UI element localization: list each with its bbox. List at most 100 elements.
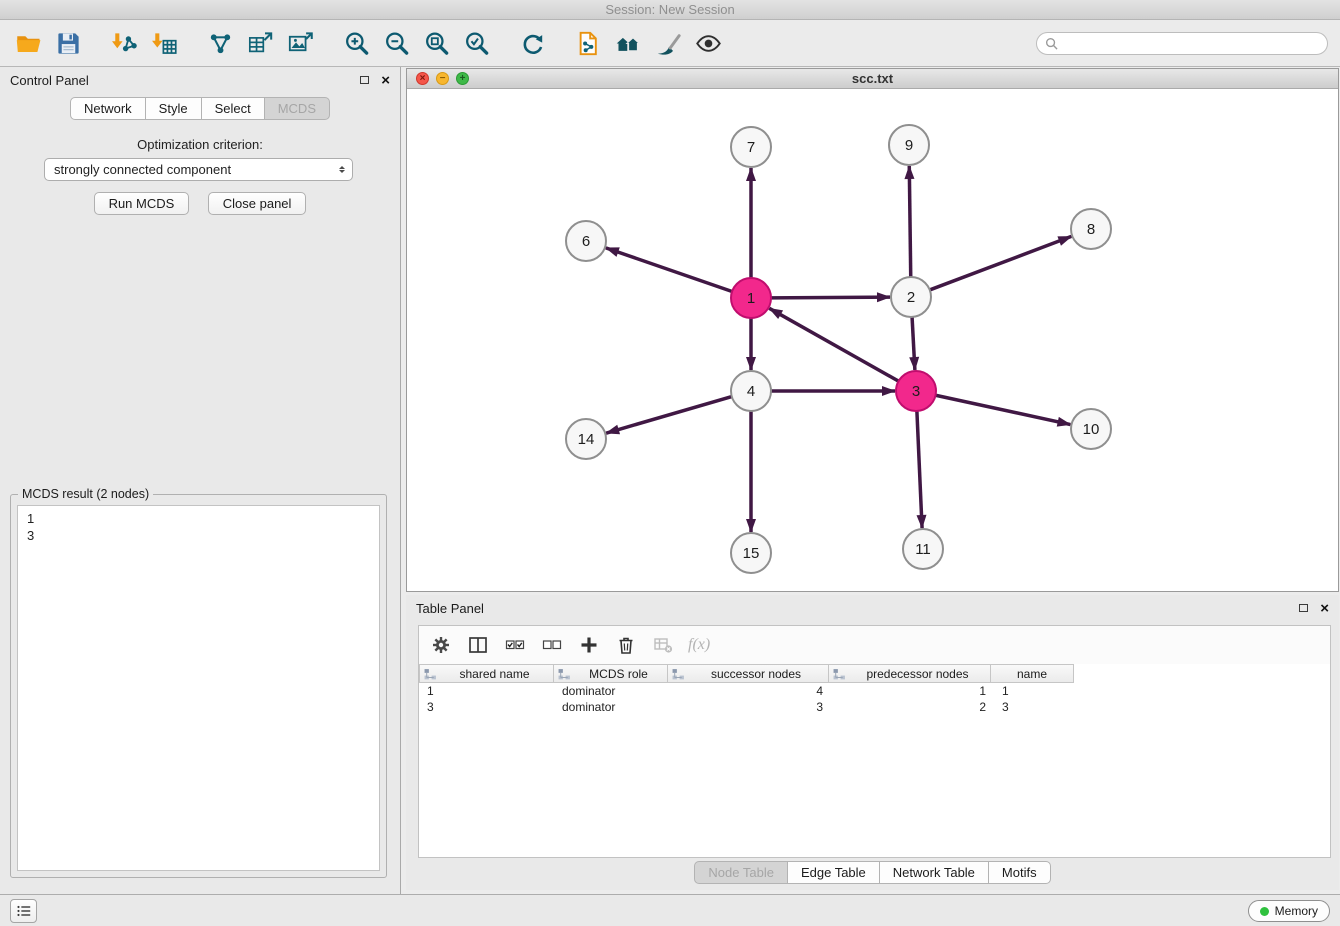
network-window-titlebar[interactable]: × − + scc.txt xyxy=(407,69,1338,89)
zoom-in-button[interactable] xyxy=(336,24,376,62)
graph-node-label: 9 xyxy=(905,137,913,154)
run-mcds-button[interactable]: Run MCDS xyxy=(94,192,190,215)
graph-edge-3-1[interactable] xyxy=(769,308,898,381)
tab-mcds[interactable]: MCDS xyxy=(264,97,330,120)
save-session-button[interactable] xyxy=(48,24,88,62)
list-icon xyxy=(16,903,32,919)
status-bar: Memory xyxy=(0,894,1340,926)
document-network-button[interactable] xyxy=(568,24,608,62)
close-panel-icon[interactable]: × xyxy=(381,73,390,88)
minimize-window-icon[interactable]: − xyxy=(436,72,449,85)
network-graph[interactable]: 7968124314101511 xyxy=(407,89,1338,591)
zoom-fit-button[interactable] xyxy=(416,24,456,62)
graph-edge-1-2[interactable] xyxy=(771,297,890,298)
tab-motifs[interactable]: Motifs xyxy=(988,861,1051,884)
cell-name[interactable]: 1 xyxy=(994,683,1078,699)
home-button[interactable] xyxy=(608,24,648,62)
table-row[interactable]: 1 dominator 4 1 1 xyxy=(419,683,1330,699)
graph-edge-3-10[interactable] xyxy=(936,395,1071,424)
combo-stepper-icon xyxy=(336,165,348,174)
cell-mcds-role[interactable]: dominator xyxy=(554,683,669,699)
export-image-button[interactable] xyxy=(280,24,320,62)
memory-status-icon xyxy=(1260,907,1269,916)
export-table-button[interactable] xyxy=(240,24,280,62)
column-header-successor-nodes[interactable]: successor nodes xyxy=(667,664,829,683)
graph-node-label: 14 xyxy=(578,431,595,448)
mcds-result-list[interactable]: 1 3 xyxy=(17,505,380,871)
import-network-icon xyxy=(111,30,138,57)
optimization-criterion-label: Optimization criterion: xyxy=(0,137,400,152)
import-network-button[interactable] xyxy=(104,24,144,62)
graph-node-label: 2 xyxy=(907,289,915,306)
network-arrows-button[interactable] xyxy=(200,24,240,62)
deselect-all-button[interactable] xyxy=(540,633,564,657)
task-history-button[interactable] xyxy=(10,899,37,923)
cell-successor-nodes[interactable]: 3 xyxy=(669,699,831,715)
graph-node-label: 6 xyxy=(582,233,590,250)
tab-select[interactable]: Select xyxy=(201,97,265,120)
network-view-window: × − + scc.txt 7968124314101511 xyxy=(406,68,1339,592)
search-box[interactable] xyxy=(1036,32,1328,55)
refresh-layout-button[interactable] xyxy=(512,24,552,62)
graph-edge-2-9[interactable] xyxy=(909,166,910,277)
add-row-button[interactable] xyxy=(577,633,601,657)
table-row[interactable]: 3 dominator 3 2 3 xyxy=(419,699,1330,715)
window-titlebar: Session: New Session xyxy=(0,0,1340,20)
show-columns-button[interactable] xyxy=(466,633,490,657)
tab-node-table[interactable]: Node Table xyxy=(694,861,788,884)
refresh-icon xyxy=(519,30,546,57)
column-header-predecessor-nodes[interactable]: predecessor nodes xyxy=(828,664,991,683)
table-panel-header: Table Panel × xyxy=(406,595,1339,621)
unchecked-boxes-icon xyxy=(542,635,562,655)
plus-icon xyxy=(579,635,599,655)
function-builder-icon: f(x) xyxy=(688,636,710,654)
open-folder-icon xyxy=(15,30,42,57)
zoom-selected-button[interactable] xyxy=(456,24,496,62)
cell-mcds-role[interactable]: dominator xyxy=(554,699,669,715)
tab-edge-table[interactable]: Edge Table xyxy=(787,861,880,884)
delete-row-button[interactable] xyxy=(614,633,638,657)
graph-node-label: 1 xyxy=(747,290,755,307)
criterion-select[interactable]: strongly connected component xyxy=(44,158,353,181)
memory-button[interactable]: Memory xyxy=(1248,900,1330,922)
import-table-button[interactable] xyxy=(144,24,184,62)
select-all-button[interactable] xyxy=(503,633,527,657)
graph-edge-4-14[interactable] xyxy=(606,397,732,434)
control-panel-header: Control Panel × xyxy=(0,67,400,93)
close-panel-button[interactable]: Close panel xyxy=(208,192,307,215)
table-header-row: shared name MCDS role successor nodes xyxy=(419,664,1330,683)
graph-edge-3-11[interactable] xyxy=(917,411,922,528)
result-line: 3 xyxy=(27,527,370,544)
zoom-in-icon xyxy=(343,30,370,57)
cell-predecessor-nodes[interactable]: 1 xyxy=(831,683,994,699)
delete-table-icon xyxy=(653,635,673,655)
cell-successor-nodes[interactable]: 4 xyxy=(669,683,831,699)
cell-shared-name[interactable]: 3 xyxy=(419,699,554,715)
open-session-button[interactable] xyxy=(8,24,48,62)
column-header-shared-name[interactable]: shared name xyxy=(419,664,554,683)
export-image-icon xyxy=(287,30,314,57)
tab-style[interactable]: Style xyxy=(145,97,202,120)
show-hide-graphics-button[interactable] xyxy=(688,24,728,62)
column-header-name[interactable]: name xyxy=(990,664,1074,683)
tab-network[interactable]: Network xyxy=(70,97,146,120)
cell-name[interactable]: 3 xyxy=(994,699,1078,715)
float-table-panel-icon[interactable] xyxy=(1299,604,1308,612)
right-area: × − + scc.txt 7968124314101511 Table Pan… xyxy=(402,67,1340,894)
maximize-window-icon[interactable]: + xyxy=(456,72,469,85)
tab-network-table[interactable]: Network Table xyxy=(879,861,989,884)
graph-edge-1-6[interactable] xyxy=(606,248,732,292)
column-header-mcds-role[interactable]: MCDS role xyxy=(553,664,668,683)
cell-shared-name[interactable]: 1 xyxy=(419,683,554,699)
graph-edge-2-3[interactable] xyxy=(912,317,915,370)
network-canvas[interactable]: 7968124314101511 xyxy=(407,89,1338,591)
search-input[interactable] xyxy=(1063,36,1319,50)
table-settings-button[interactable] xyxy=(429,633,453,657)
close-table-panel-icon[interactable]: × xyxy=(1320,601,1329,616)
zoom-out-button[interactable] xyxy=(376,24,416,62)
cell-predecessor-nodes[interactable]: 2 xyxy=(831,699,994,715)
float-panel-icon[interactable] xyxy=(360,76,369,84)
style-brush-button[interactable] xyxy=(648,24,688,62)
graph-edge-2-8[interactable] xyxy=(930,236,1072,290)
close-window-icon[interactable]: × xyxy=(416,72,429,85)
